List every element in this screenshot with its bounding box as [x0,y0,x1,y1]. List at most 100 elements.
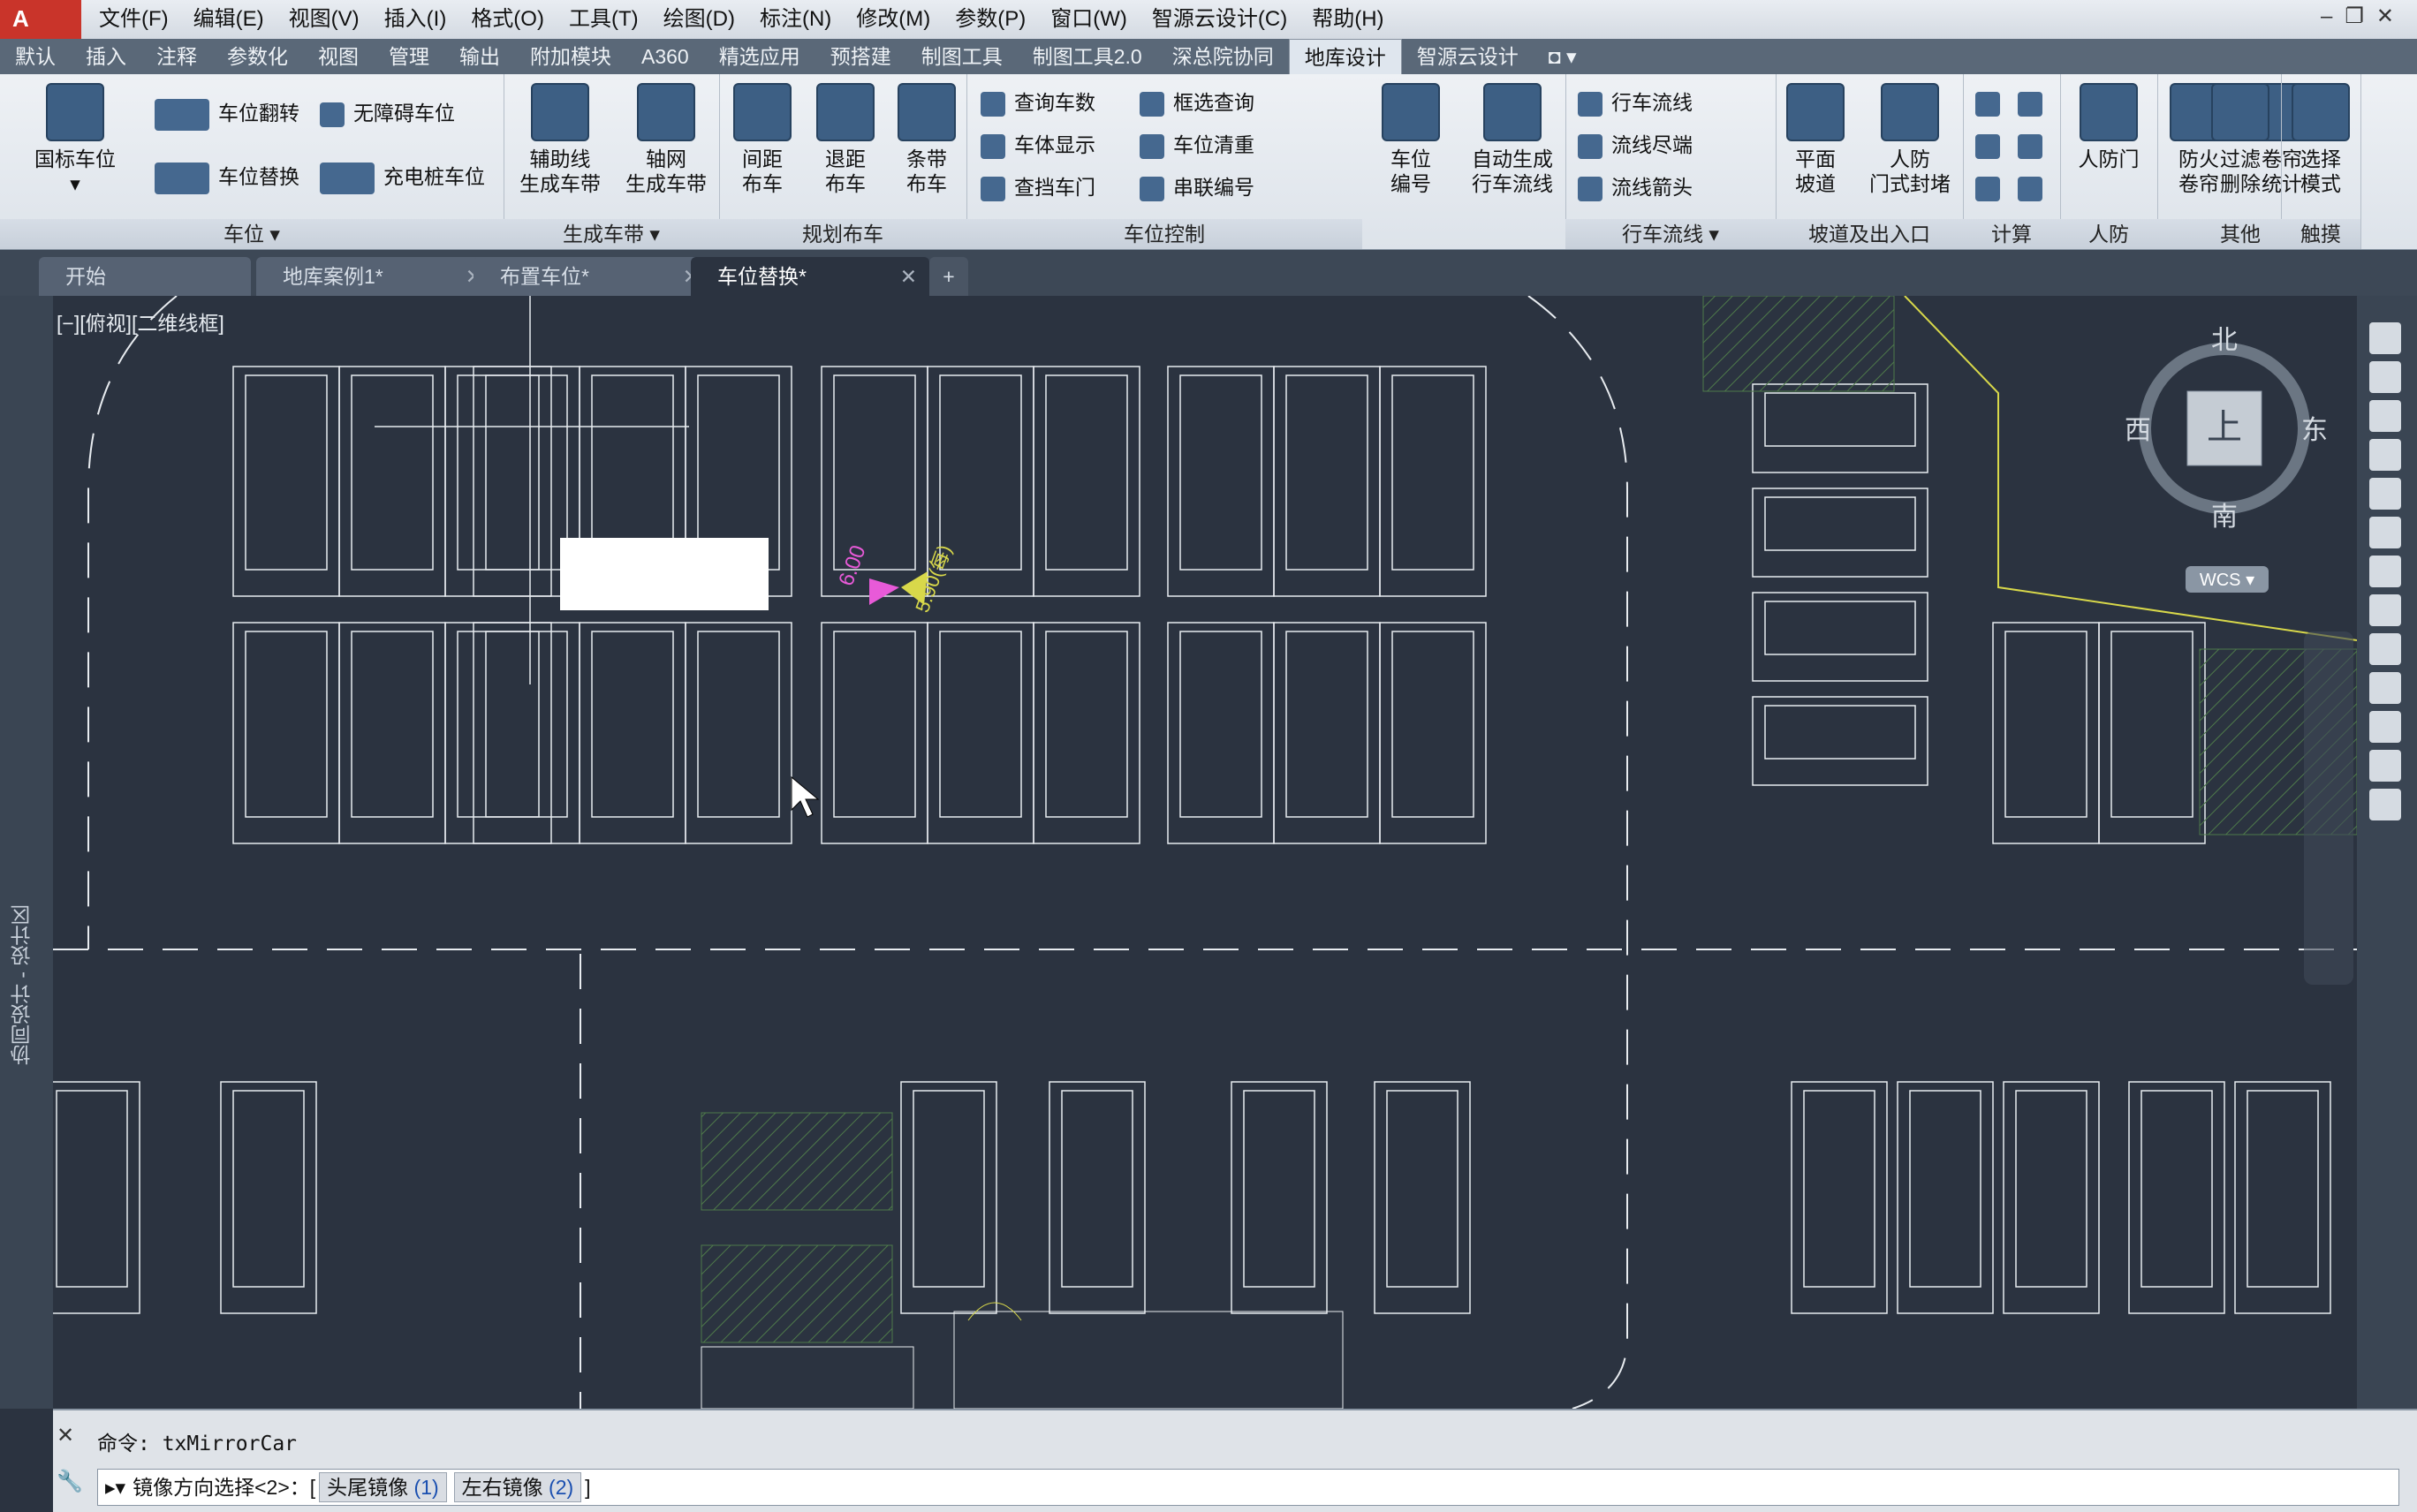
menu-dimension[interactable]: 标注(N) [747,0,844,39]
parking-stall[interactable] [220,1081,317,1314]
menu-draw[interactable]: 绘图(D) [651,0,747,39]
left-palette-strip[interactable]: 协同设计 - 设计区 [0,296,53,1409]
text-icon[interactable] [2369,750,2401,782]
parking-stall[interactable] [2234,1081,2331,1314]
parking-stall[interactable] [1752,696,1928,786]
parking-stall[interactable] [821,366,928,597]
tab-drawing-tools[interactable]: 制图工具 [906,39,1018,74]
parking-stall[interactable] [1167,622,1275,844]
group-label-generate-band[interactable]: 生成车带 ▾ [504,219,719,249]
option-left-right-mirror[interactable]: 左右镜像 (2) [453,1472,582,1502]
menu-parametric[interactable]: 参数(P) [943,0,1038,39]
civil-defense-door-button[interactable]: 人防门 [2060,83,2157,171]
parking-stall[interactable] [1752,488,1928,578]
charging-parking-button[interactable]: 充电桩车位 [320,159,485,194]
compass-north[interactable]: 北 [2211,326,2238,355]
parking-number-button-2[interactable]: 车位 编号 [1362,83,1459,196]
parking-stall[interactable] [232,366,340,597]
calc-tool-1[interactable] [1975,85,2009,120]
new-tab-button[interactable]: + [929,257,968,296]
parking-stall[interactable] [927,622,1034,844]
auto-flow-button[interactable]: 自动生成 行车流线 [1459,83,1565,196]
calc-tool-4[interactable] [2018,85,2051,120]
window-controls[interactable]: –❐✕ [2321,4,2406,29]
accessible-parking-button[interactable]: 无障碍车位 [320,95,455,131]
national-parking-button[interactable]: 国标车位 ▾ [18,83,133,196]
list-icon[interactable] [2369,517,2401,548]
close-icon[interactable]: ✕ [900,257,917,296]
parking-stall[interactable] [2098,622,2206,844]
compass-west[interactable]: 西 [2125,416,2151,445]
table-icon[interactable] [2369,556,2401,587]
menu-format[interactable]: 格式(O) [458,0,557,39]
option-head-tail-mirror[interactable]: 头尾镜像 (1) [319,1472,447,1502]
tab-overflow[interactable]: ◘ ▾ [1534,39,1592,74]
tab-collab[interactable]: 深总院协同 [1157,39,1289,74]
parking-stall[interactable] [1231,1081,1328,1314]
parking-stall[interactable] [338,622,446,844]
calc-tool-5[interactable] [2018,127,2051,163]
compass-south[interactable]: 南 [2211,503,2238,532]
drawing-canvas[interactable]: 6.00 5.90(每) 上 北 南 东 西 WCS ▾ [−][俯视][二维线… [53,296,2357,1409]
tab-drawing-tools-2[interactable]: 制图工具2.0 [1018,39,1157,74]
parking-stall[interactable] [1273,622,1381,844]
navigation-bar[interactable] [2304,631,2353,985]
menu-file[interactable]: 文件(F) [87,0,181,39]
tab-annotate[interactable]: 注释 [141,39,212,74]
flat-ramp-button[interactable]: 平面 坡道 [1776,83,1855,196]
compass-east[interactable]: 东 [2301,416,2328,445]
parking-stall[interactable] [2128,1081,2225,1314]
menu-tools[interactable]: 工具(T) [557,0,651,39]
layout-icon[interactable] [2369,439,2401,471]
hand-icon[interactable] [2369,672,2401,704]
auxline-band-button[interactable]: 辅助线 生成车带 [507,83,613,196]
tab-parametric[interactable]: 参数化 [212,39,303,74]
check-door-button[interactable]: 查挡车门 [981,170,1095,205]
calc-tool-6[interactable] [2018,170,2051,205]
parking-stall[interactable] [1897,1081,1994,1314]
tab-manage[interactable]: 管理 [374,39,444,74]
tab-default[interactable]: 默认 [0,39,71,74]
parking-stall[interactable] [1033,366,1140,597]
menu-insert[interactable]: 插入(I) [372,0,459,39]
flow-arrow-button[interactable]: 流线箭头 [1578,170,1693,205]
doc-tab-start[interactable]: 开始 [39,257,251,296]
group-label-civil-defense[interactable]: 人防 [2060,219,2157,249]
command-input[interactable]: ▸▾ 镜像方向选择<2>：[头尾镜像 (1) 左右镜像 (2)] [97,1469,2399,1506]
calc-tool-3[interactable] [1975,170,2009,205]
parking-stall[interactable] [444,622,552,844]
tab-cloud-design[interactable]: 智源云设计 [1402,39,1534,74]
parking-stall[interactable] [473,622,580,844]
parking-stall[interactable] [1992,622,2100,844]
strip-layout-button[interactable]: 条带 布车 [887,83,966,196]
traffic-flow-button[interactable]: 行车流线 [1578,85,1693,120]
parking-stall[interactable] [579,622,686,844]
layers-icon[interactable] [2369,633,2401,665]
box-query-button[interactable]: 框选查询 [1140,85,1254,120]
tab-garage-design[interactable]: 地库设计 [1288,39,1402,74]
properties-icon[interactable] [2369,322,2401,354]
menu-help[interactable]: 帮助(H) [1299,0,1396,39]
group-label-traffic-flow[interactable]: 行车流线 ▾ [1565,219,1776,249]
tab-output[interactable]: 输出 [444,39,515,74]
menu-view[interactable]: 视图(V) [277,0,372,39]
palette-icon[interactable] [2369,594,2401,626]
car-body-button[interactable]: 车体显示 [981,127,1095,163]
spacing-layout-button[interactable]: 间距 布车 [723,83,802,196]
command-prompt-icon[interactable]: ▸▾ [98,1476,133,1499]
flow-end-button[interactable]: 流线尽端 [1578,127,1693,163]
doc-tab-replace[interactable]: 车位替换* ✕ [691,257,929,296]
close-icon[interactable]: ✕ [57,1423,74,1448]
page-icon[interactable] [2369,400,2401,432]
menu-modify[interactable]: 修改(M) [844,0,943,39]
dedupe-button[interactable]: 车位清重 [1140,127,1254,163]
civil-defense-seal-button[interactable]: 人防 门式封堵 [1857,83,1963,196]
drawing-svg[interactable]: 6.00 5.90(每) 上 北 南 东 西 WCS ▾ [53,296,2357,1409]
parking-stall[interactable] [1033,622,1140,844]
grid-band-button[interactable]: 轴网 生成车带 [613,83,719,196]
print-icon[interactable] [2369,478,2401,510]
menu-zhiyuan[interactable]: 智源云设计(C) [1140,0,1299,39]
parking-stall[interactable] [2003,1081,2100,1314]
filter-delete-button[interactable]: 过滤 删除 [2200,83,2281,196]
menu-window[interactable]: 窗口(W) [1038,0,1140,39]
